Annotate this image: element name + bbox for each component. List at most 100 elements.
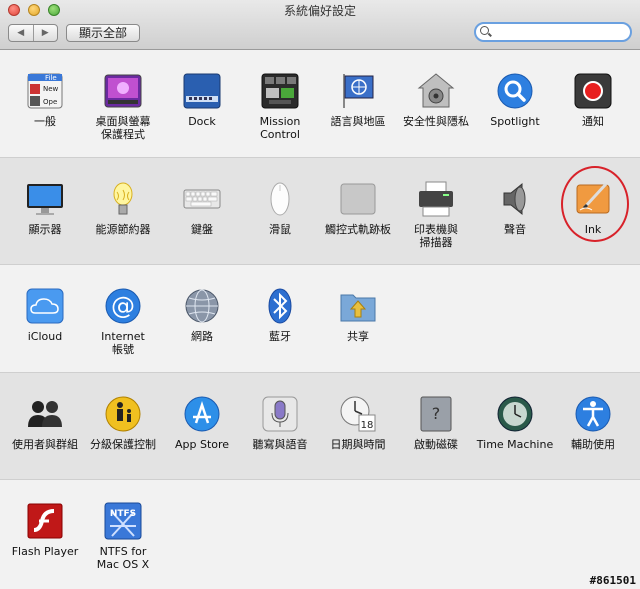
pref-label: 桌面與螢幕 保護程式 — [95, 115, 151, 141]
pref-label: 觸控式軌跡板 — [325, 223, 391, 236]
pref-icloud[interactable]: iCloud — [6, 287, 84, 343]
titlebar: 系統偏好設定 ◀ ▶ 顯示全部 — [0, 0, 640, 50]
printer-icon — [417, 180, 455, 218]
pref-label: 分級保護控制 — [90, 438, 156, 451]
show-all-button[interactable]: 顯示全部 — [66, 24, 140, 42]
search-field[interactable] — [474, 22, 632, 42]
mouse-icon — [261, 180, 299, 218]
nav-forward-button[interactable]: ▶ — [32, 25, 58, 41]
security-icon — [417, 72, 455, 110]
time-machine-icon — [496, 395, 534, 433]
pref-label: Spotlight — [490, 115, 540, 128]
pref-label: 啟動磁碟 — [414, 438, 458, 451]
pref-app-store[interactable]: App Store — [163, 395, 241, 451]
pref-parental-controls[interactable]: 分級保護控制 — [84, 395, 162, 451]
pref-security-privacy[interactable]: 安全性與隱私 — [397, 72, 475, 128]
pref-desktop-screensaver[interactable]: 桌面與螢幕 保護程式 — [84, 72, 162, 141]
nav-back-forward: ◀ ▶ — [8, 24, 58, 42]
pref-spotlight[interactable]: Spotlight — [476, 72, 554, 128]
mission-control-icon — [261, 72, 299, 110]
window-title: 系統偏好設定 — [283, 4, 356, 18]
pref-printers-scanners[interactable]: 印表機與 掃描器 — [397, 180, 475, 249]
section-hardware: 顯示器 能源節約器 鍵盤 滑鼠 觸控式軌跡板 印表機與 掃描器 聲音 Ink — [0, 158, 640, 265]
accessibility-icon — [574, 395, 612, 433]
date-time-icon-day-text: 18 — [361, 420, 374, 431]
pref-date-time[interactable]: 18 日期與時間 — [319, 395, 397, 451]
dictation-speech-icon — [261, 395, 299, 433]
watermark: #861501 — [589, 574, 636, 587]
general-icon-new-text: New — [43, 85, 59, 93]
pref-users-groups[interactable]: 使用者與群組 — [6, 395, 84, 451]
svg-text:@: @ — [111, 292, 135, 320]
bluetooth-icon — [261, 287, 299, 325]
flash-player-icon — [26, 502, 64, 540]
system-preferences-window: 系統偏好設定 ◀ ▶ 顯示全部 File New Ope 一般 桌面與螢幕 保護… — [0, 0, 640, 589]
parental-controls-icon — [104, 395, 142, 433]
pref-language-region[interactable]: 語言與地區 — [319, 72, 397, 128]
ntfs-icon: NTFS — [104, 502, 142, 540]
pref-label: NTFS for Mac OS X — [96, 545, 150, 571]
pref-network[interactable]: 網路 — [163, 287, 241, 343]
pref-label: 輔助使用 — [571, 438, 615, 451]
search-input[interactable] — [492, 25, 622, 39]
pref-sharing[interactable]: 共享 — [319, 287, 397, 343]
pref-label: 鍵盤 — [191, 223, 213, 236]
nav-back-button[interactable]: ◀ — [9, 25, 33, 41]
dock-icon — [183, 72, 221, 110]
pref-notifications[interactable]: 通知 — [554, 72, 632, 128]
section-internet-wireless: iCloud @ Internet 帳號 網路 藍牙 共享 — [0, 265, 640, 373]
pref-label: 顯示器 — [28, 223, 62, 236]
pref-sound[interactable]: 聲音 — [476, 180, 554, 236]
pref-internet-accounts[interactable]: @ Internet 帳號 — [84, 287, 162, 356]
search-icon — [480, 26, 489, 35]
pref-trackpad[interactable]: 觸控式軌跡板 — [319, 180, 397, 236]
pref-dock[interactable]: Dock — [163, 72, 241, 128]
language-region-icon — [339, 72, 377, 110]
pref-accessibility[interactable]: 輔助使用 — [554, 395, 632, 451]
pref-label: Dock — [188, 115, 216, 128]
trackpad-icon — [339, 180, 377, 218]
pref-label: Mission Control — [259, 115, 301, 141]
pref-label: 安全性與隱私 — [403, 115, 469, 128]
users-groups-icon — [26, 395, 64, 433]
app-store-icon — [183, 395, 221, 433]
pref-label: 使用者與群組 — [12, 438, 78, 451]
pref-bluetooth[interactable]: 藍牙 — [241, 287, 319, 343]
section-other: Flash Player NTFS NTFS for Mac OS X — [0, 480, 640, 589]
pref-time-machine[interactable]: Time Machine — [476, 395, 554, 451]
pref-flash-player[interactable]: Flash Player — [6, 502, 84, 558]
pref-label: 滑鼠 — [269, 223, 291, 236]
icloud-icon — [26, 287, 64, 325]
energy-saver-icon — [104, 180, 142, 218]
desktop-screensaver-icon — [104, 72, 142, 110]
pref-general[interactable]: File New Ope 一般 — [6, 72, 84, 128]
ntfs-icon-text: NTFS — [110, 509, 136, 519]
pref-label: 藍牙 — [269, 330, 291, 343]
pref-energy-saver[interactable]: 能源節約器 — [84, 180, 162, 236]
spotlight-icon — [496, 72, 534, 110]
pref-label: 日期與時間 — [330, 438, 386, 451]
general-icon-file-text: File — [45, 74, 57, 82]
pref-label: 印表機與 掃描器 — [414, 223, 458, 249]
pref-label: 能源節約器 — [95, 223, 151, 236]
pref-displays[interactable]: 顯示器 — [6, 180, 84, 236]
pref-dictation-speech[interactable]: 聽寫與語音 — [241, 395, 319, 451]
general-icon: File New Ope — [26, 72, 64, 110]
pref-startup-disk[interactable]: ? 啟動磁碟 — [397, 395, 475, 451]
sound-icon — [496, 180, 534, 218]
pref-label: 聲音 — [504, 223, 526, 236]
pref-label: 聽寫與語音 — [252, 438, 308, 451]
date-time-icon: 18 — [339, 395, 377, 433]
keyboard-icon — [183, 180, 221, 218]
pref-mission-control[interactable]: Mission Control — [241, 72, 319, 141]
pref-ntfs[interactable]: NTFS NTFS for Mac OS X — [84, 502, 162, 571]
pref-label: 通知 — [582, 115, 604, 128]
pref-mouse[interactable]: 滑鼠 — [241, 180, 319, 236]
pref-label: 一般 — [34, 115, 56, 128]
pref-keyboard[interactable]: 鍵盤 — [163, 180, 241, 236]
sharing-icon — [339, 287, 377, 325]
network-icon — [183, 287, 221, 325]
pref-label: 共享 — [347, 330, 369, 343]
general-icon-open-text: Ope — [43, 98, 57, 106]
pref-label: iCloud — [27, 330, 63, 343]
